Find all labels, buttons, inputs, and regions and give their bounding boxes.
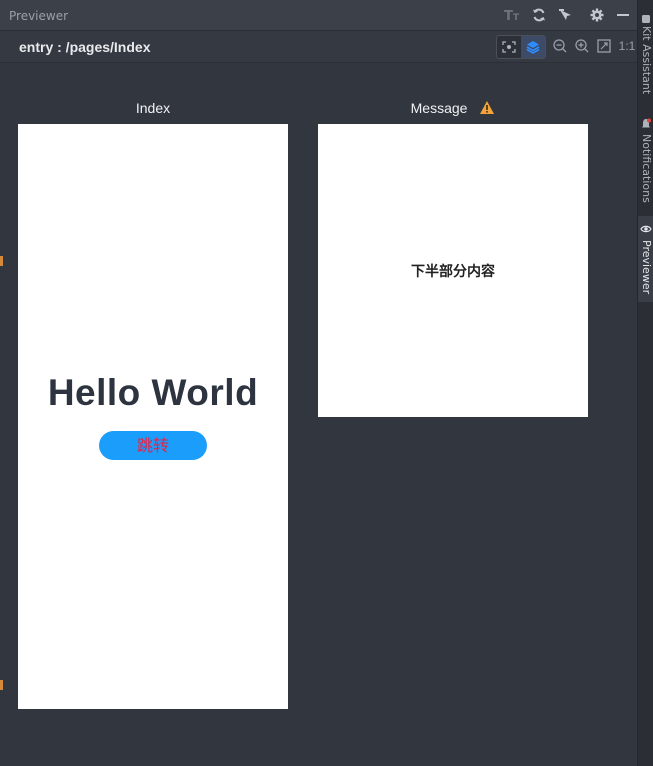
window-title: Previewer: [9, 9, 69, 23]
previewer-title-bar: Previewer TT: [0, 0, 637, 31]
eye-icon: [640, 225, 652, 233]
jump-button[interactable]: 跳转: [99, 431, 207, 460]
fit-screen-icon[interactable]: [596, 38, 612, 54]
minimize-icon[interactable]: [614, 6, 632, 24]
index-preview-screen[interactable]: Hello World 跳转: [18, 124, 288, 709]
zoom-out-icon[interactable]: [552, 38, 568, 54]
page-route-label[interactable]: entry : /pages/Index: [19, 39, 150, 55]
preview-label-text: Index: [135, 100, 171, 116]
hello-world-heading: Hello World: [47, 372, 259, 413]
layers-icon: [526, 41, 540, 54]
actual-size-button[interactable]: 1:1: [618, 38, 636, 54]
inspector-icon[interactable]: [556, 6, 574, 24]
sidebar-tab-notifications[interactable]: Notifications: [638, 112, 653, 212]
warning-icon[interactable]: [479, 100, 495, 115]
svg-text:T: T: [513, 13, 520, 22]
tool-window-sidebar: Kit Assistant Notifications Previewer: [637, 0, 653, 766]
sidebar-tab-kit-assistant[interactable]: Kit Assistant: [638, 0, 653, 100]
sidebar-tab-label: Notifications: [640, 134, 653, 203]
sidebar-tab-previewer[interactable]: Previewer: [638, 216, 653, 302]
gear-icon[interactable]: [588, 6, 606, 24]
previewer-toolbar: entry : /pages/Index 1:1: [0, 31, 637, 63]
layers-view-button[interactable]: [521, 36, 545, 58]
refresh-icon[interactable]: [530, 6, 548, 24]
kit-assistant-icon: [642, 15, 650, 23]
bell-icon: [642, 118, 651, 128]
edge-marker: [0, 680, 3, 690]
sidebar-tab-label: Kit Assistant: [640, 26, 653, 95]
font-size-icon[interactable]: TT: [504, 6, 522, 24]
preview-label-index: Index: [18, 100, 288, 116]
sidebar-tab-label: Previewer: [640, 240, 653, 295]
edge-marker: [0, 256, 3, 266]
scan-icon: [502, 41, 516, 53]
preview-label-text: Message: [410, 100, 468, 116]
message-content-text: 下半部分内容: [411, 264, 495, 280]
preview-label-message: Message: [318, 100, 588, 116]
message-preview-screen[interactable]: 下半部分内容: [318, 124, 588, 417]
zoom-in-icon[interactable]: [574, 38, 590, 54]
view-mode-toggle: [496, 35, 546, 59]
svg-text:T: T: [504, 9, 513, 22]
component-view-button[interactable]: [497, 36, 521, 58]
